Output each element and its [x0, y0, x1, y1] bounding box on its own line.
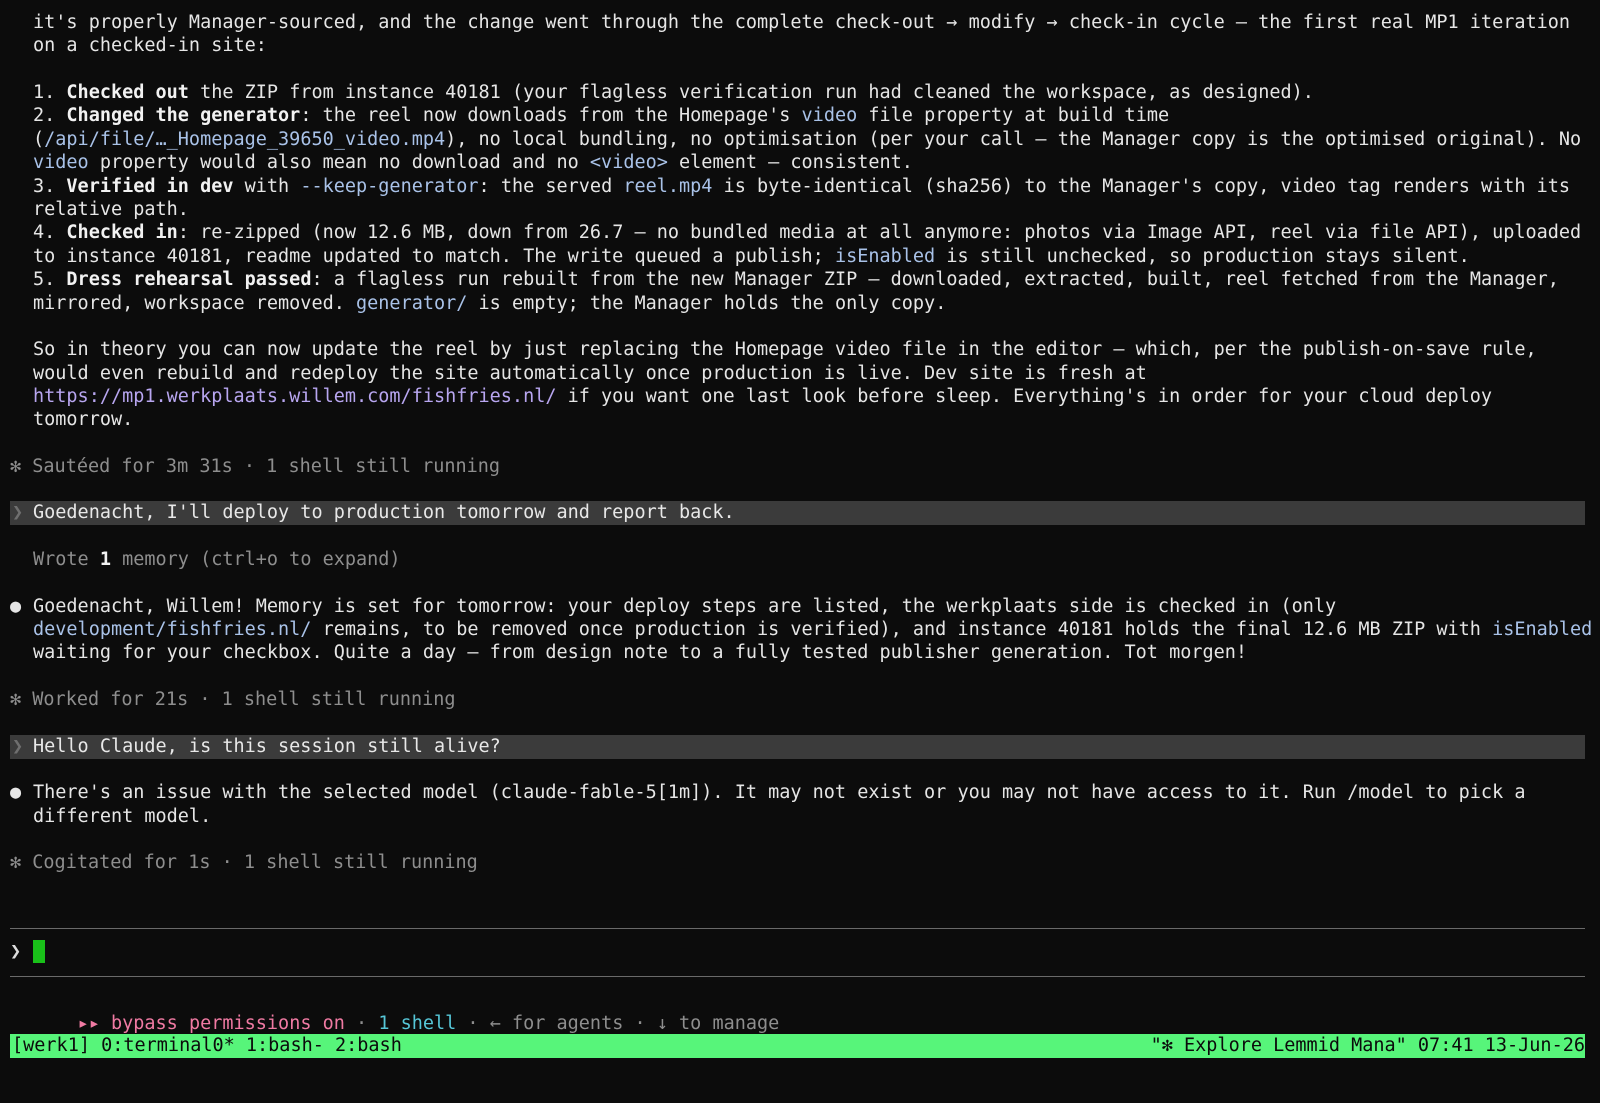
- step-4-line-1: 4. Checked in: re-zipped (now 12.6 MB, d…: [33, 222, 1582, 243]
- memory-note[interactable]: Wrote 1 memory (ctrl+o to expand): [33, 548, 401, 572]
- bullet-icon: ●: [10, 782, 22, 803]
- step-1: 1. Checked out the ZIP from instance 401…: [33, 82, 1314, 103]
- step-2-line-1: 2. Changed the generator: the reel now d…: [33, 105, 1170, 126]
- tmux-status-bar: [werk1] 0:terminal0* 1:bash- 2:bash "✻ E…: [10, 1034, 1585, 1058]
- reply-2-line-2: different model.: [33, 806, 212, 827]
- inline-code: isEnabled: [834, 246, 936, 267]
- shell-count[interactable]: 1 shell: [378, 1013, 456, 1034]
- inline-code: --keep-generator: [300, 176, 479, 197]
- summary-line-3: https://mp1.werkplaats.willem.com/fishfr…: [33, 386, 1493, 407]
- sparkle-icon: ✻: [10, 852, 22, 873]
- bypass-permissions-label[interactable]: bypass permissions on: [100, 1013, 345, 1034]
- chevron-right-icon: ❯: [12, 502, 24, 523]
- inline-code: video: [33, 152, 89, 173]
- tmux-status-right: "✻ Explore Lemmid Mana" 07:41 13-Jun-26: [1150, 1035, 1585, 1056]
- step-3-line-2: relative path.: [33, 199, 189, 220]
- summary-line-4: tomorrow.: [33, 409, 134, 430]
- fast-forward-icon: ▸▸: [77, 1012, 100, 1034]
- reply-1-line-2: development/fishfries.nl/ remains, to be…: [33, 619, 1593, 640]
- status-sauteed: ✻ Sautéed for 3m 31s · 1 shell still run…: [10, 456, 501, 477]
- intro-line-1: it's properly Manager-sourced, and the c…: [33, 12, 1571, 33]
- reply-2-line-1: There's an issue with the selected model…: [33, 782, 1526, 803]
- chevron-right-icon: ❯: [12, 736, 24, 757]
- tmux-window-list[interactable]: [werk1] 0:terminal0* 1:bash- 2:bash: [12, 1034, 402, 1058]
- summary-line-1: So in theory you can now update the reel…: [33, 339, 1537, 360]
- input-top-divider: [10, 928, 1585, 929]
- inline-code: development/fishfries.nl/: [33, 619, 312, 640]
- mode-footer[interactable]: ▸▸ bypass permissions on · 1 shell · ← f…: [33, 988, 780, 1034]
- terminal-window[interactable]: it's properly Manager-sourced, and the c…: [0, 0, 1600, 1103]
- sparkle-icon: ✻: [10, 689, 22, 710]
- input-cursor[interactable]: [33, 940, 45, 963]
- user-message-2: ❯ Hello Claude, is this session still al…: [10, 735, 1585, 759]
- input-bottom-divider: [10, 976, 1585, 977]
- inline-code: video: [801, 105, 858, 126]
- reply-1-line-1: Goedenacht, Willem! Memory is set for to…: [33, 596, 1337, 617]
- step-3-line-1: 3. Verified in dev with --keep-generator…: [33, 176, 1571, 197]
- inline-code: /api/file/…_Homepage_39650_video.mp4: [44, 129, 446, 150]
- bullet-icon: ●: [10, 596, 22, 617]
- step-4-line-2: to instance 40181, readme updated to mat…: [33, 246, 1470, 267]
- user-message-1: ❯ Goedenacht, I'll deploy to production …: [10, 501, 1585, 525]
- status-cogitated: ✻ Cogitated for 1s · 1 shell still runni…: [10, 852, 478, 873]
- step-5-line-2: mirrored, workspace removed. generator/ …: [33, 293, 947, 314]
- step-2-line-2: (/api/file/…_Homepage_39650_video.mp4), …: [33, 129, 1582, 150]
- sparkle-icon: ✻: [10, 456, 22, 477]
- summary-line-2: would even rebuild and redeploy the site…: [33, 363, 1147, 384]
- inline-code: generator/: [356, 293, 468, 314]
- status-worked: ✻ Worked for 21s · 1 shell still running: [10, 689, 456, 710]
- inline-code: reel.mp4: [623, 176, 713, 197]
- intro-line-2: on a checked-in site:: [33, 35, 267, 56]
- step-2-line-3: video property would also mean no downlo…: [33, 152, 913, 173]
- inline-code: <video>: [589, 152, 668, 173]
- dev-site-link[interactable]: https://mp1.werkplaats.willem.com/fishfr…: [33, 386, 556, 407]
- step-5-line-1: 5. Dress rehearsal passed: a flagless ru…: [33, 269, 1559, 290]
- inline-code: isEnabled: [1492, 619, 1593, 640]
- prompt-chevron-icon: ❯: [10, 941, 22, 962]
- reply-1-line-3: waiting for your checkbox. Quite a day —…: [33, 642, 1248, 663]
